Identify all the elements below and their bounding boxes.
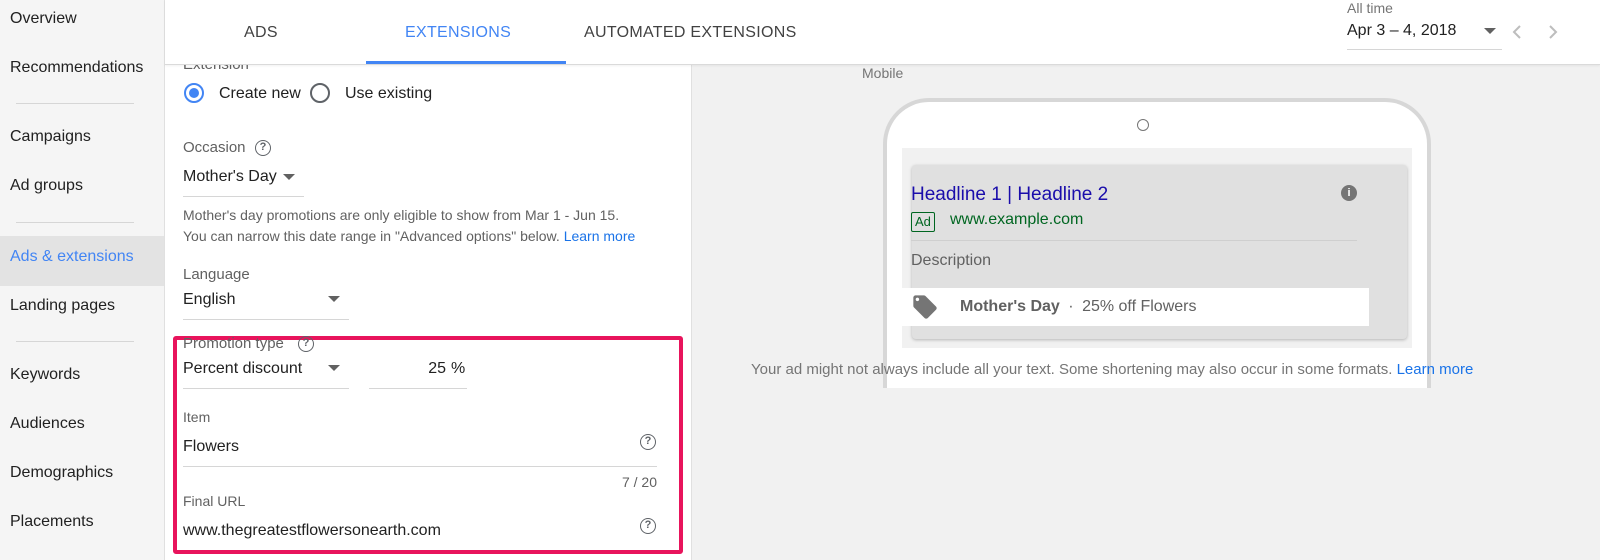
help-icon[interactable]: ? xyxy=(255,140,271,156)
ad-divider xyxy=(911,240,1357,241)
date-range-value[interactable]: Apr 3 – 4, 2018 xyxy=(1347,22,1456,40)
sidebar-item-audiences[interactable]: Audiences xyxy=(10,415,85,433)
sidebar-divider xyxy=(16,341,134,342)
percent-underline xyxy=(369,388,467,389)
occasion-label: Occasion xyxy=(183,139,246,156)
device-label: Mobile xyxy=(862,65,904,81)
ad-display-url[interactable]: www.example.com xyxy=(950,211,1083,229)
sidebar-item-ad-groups[interactable]: Ad groups xyxy=(10,177,83,195)
help-icon[interactable]: ? xyxy=(298,336,314,352)
percent-input[interactable]: 25 xyxy=(369,360,446,378)
ad-badge: Ad xyxy=(911,212,935,232)
final-url-input[interactable]: www.thegreatestflowersonearth.com xyxy=(183,522,441,540)
item-underline xyxy=(183,466,657,467)
radio-create-new[interactable] xyxy=(184,83,204,103)
tag-icon xyxy=(913,295,937,319)
radio-use-existing-label: Use existing xyxy=(345,85,433,102)
promotion-occasion: Mother's Day xyxy=(960,298,1060,315)
chevron-down-icon[interactable] xyxy=(1484,28,1496,34)
learn-more-link[interactable]: Learn more xyxy=(564,228,636,244)
item-label: Item xyxy=(183,409,211,425)
occasion-note-line2: You can narrow this date range in "Advan… xyxy=(183,226,635,247)
promotion-type-label: Promotion type xyxy=(183,335,284,352)
sidebar-item-campaigns[interactable]: Campaigns xyxy=(10,128,91,146)
chevron-down-icon[interactable] xyxy=(328,296,340,302)
language-underline xyxy=(183,319,349,320)
tab-automated-extensions[interactable]: AUTOMATED EXTENSIONS xyxy=(584,24,797,42)
final-url-label: Final URL xyxy=(183,493,246,509)
percent-suffix: % xyxy=(451,360,466,377)
tab-bar: ADS EXTENSIONS AUTOMATED EXTENSIONS All … xyxy=(165,0,1600,65)
sidebar-divider xyxy=(16,222,134,223)
preview-disclaimer: Your ad might not always include all you… xyxy=(751,361,1473,378)
language-select[interactable]: English xyxy=(183,291,235,309)
language-label: Language xyxy=(183,266,250,283)
occasion-underline xyxy=(183,196,304,197)
item-input[interactable]: Flowers xyxy=(183,438,239,456)
occasion-select[interactable]: Mother's Day xyxy=(183,168,277,186)
promotion-offer: 25% off Flowers xyxy=(1082,298,1197,315)
camera-icon xyxy=(1137,119,1149,131)
learn-more-link[interactable]: Learn more xyxy=(1397,361,1474,378)
chevron-left-icon[interactable] xyxy=(1510,24,1524,40)
tab-extensions[interactable]: EXTENSIONS xyxy=(405,24,511,42)
promotion-type-select[interactable]: Percent discount xyxy=(183,360,302,378)
promotion-extension-text[interactable]: Mother's Day · 25% off Flowers xyxy=(960,298,1196,316)
sidebar-item-demographics[interactable]: Demographics xyxy=(10,464,113,482)
date-range-underline xyxy=(1347,49,1502,50)
chevron-down-icon[interactable] xyxy=(328,365,340,371)
occasion-note-text: You can narrow this date range in "Advan… xyxy=(183,228,560,244)
disclaimer-text: Your ad might not always include all you… xyxy=(751,361,1393,378)
radio-use-existing[interactable] xyxy=(310,83,330,103)
ad-description: Description xyxy=(911,252,992,269)
sidebar-item-overview[interactable]: Overview xyxy=(10,10,77,28)
sidebar-item-ads-extensions[interactable]: Ads & extensions xyxy=(10,248,134,266)
item-char-counter: 7 / 20 xyxy=(621,474,657,490)
ad-headline[interactable]: Headline 1 | Headline 2 xyxy=(911,184,1108,206)
promotion-type-underline xyxy=(183,388,349,389)
help-icon[interactable]: ? xyxy=(640,518,656,534)
sidebar-item-keywords[interactable]: Keywords xyxy=(10,366,80,384)
chevron-down-icon[interactable] xyxy=(283,174,295,180)
info-icon[interactable]: i xyxy=(1341,185,1357,201)
tab-ads[interactable]: ADS xyxy=(244,24,278,42)
active-tab-indicator xyxy=(366,61,566,64)
chevron-right-icon[interactable] xyxy=(1546,24,1560,40)
promotion-separator: · xyxy=(1068,298,1074,315)
help-icon[interactable]: ? xyxy=(640,434,656,450)
sidebar: Overview Recommendations Campaigns Ad gr… xyxy=(0,0,165,560)
sidebar-item-recommendations[interactable]: Recommendations xyxy=(10,59,143,77)
sidebar-item-placements[interactable]: Placements xyxy=(10,513,94,531)
occasion-note-line1: Mother's day promotions are only eligibl… xyxy=(183,207,620,223)
sidebar-item-landing-pages[interactable]: Landing pages xyxy=(10,297,115,315)
sidebar-divider xyxy=(16,103,134,104)
date-range-caption: All time xyxy=(1347,0,1393,16)
radio-create-new-label: Create new xyxy=(219,85,301,102)
